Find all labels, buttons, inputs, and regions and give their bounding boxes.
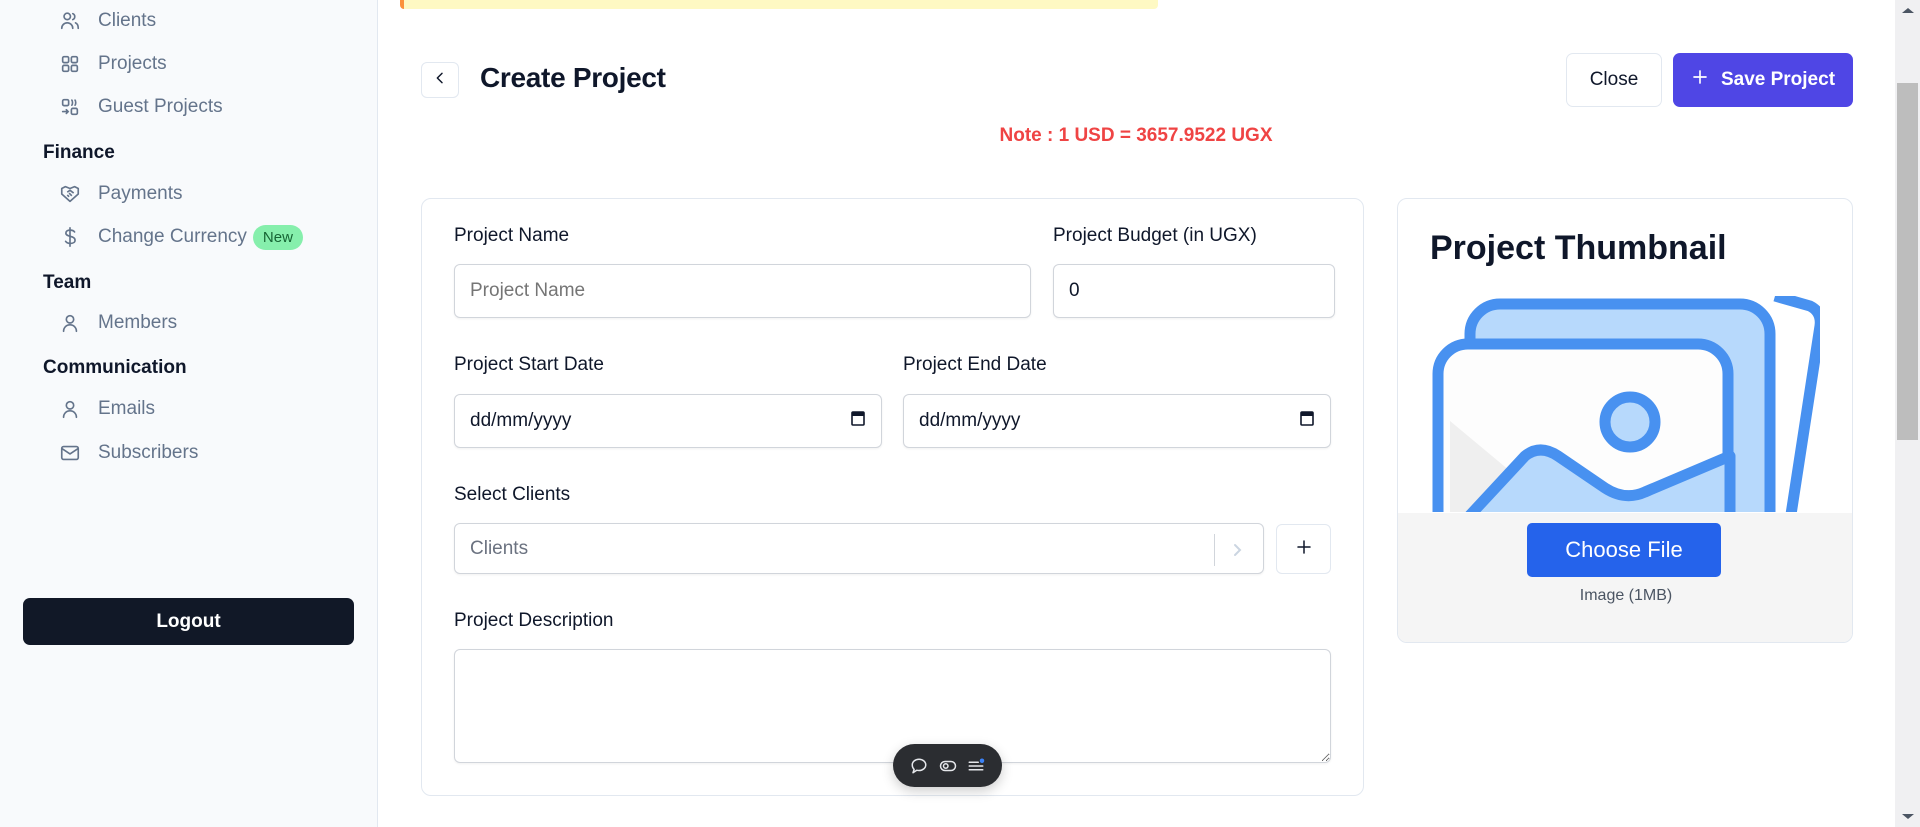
eye-toggle-icon[interactable] (937, 755, 959, 777)
thumbnail-title: Project Thumbnail (1430, 229, 1727, 267)
handshake-icon (58, 182, 82, 206)
comment-icon[interactable] (908, 755, 930, 777)
close-button[interactable]: Close (1566, 53, 1662, 107)
start-date-input[interactable]: dd/mm/yyyy (454, 394, 882, 448)
start-date-label: Project Start Date (454, 354, 604, 375)
sidebar-item-projects[interactable]: Projects (58, 49, 167, 79)
sidebar-item-label: Members (98, 312, 178, 333)
user-icon (58, 397, 82, 421)
start-date-value: dd/mm/yyyy (470, 410, 572, 431)
menu-icon[interactable] (965, 755, 987, 777)
sidebar-item-members[interactable]: Members (58, 308, 177, 338)
scroll-up-arrow-icon[interactable] (1902, 8, 1914, 13)
image-placeholder-icon (1430, 296, 1820, 512)
select-clients-label: Select Clients (454, 484, 571, 505)
section-team: Team (43, 272, 92, 293)
sidebar: Clients Projects Guest Projects Finance … (0, 0, 378, 827)
currency-note: Note : 1 USD = 3657.9522 UGX (999, 125, 1273, 146)
section-communication: Communication (43, 357, 187, 378)
add-client-button[interactable] (1276, 524, 1331, 574)
clients-placeholder: Clients (470, 537, 529, 559)
save-project-label: Save Project (1720, 69, 1836, 90)
sidebar-item-clients[interactable]: Clients (58, 6, 156, 36)
upload-area: Choose File Image (1MB) (1398, 513, 1852, 642)
end-date-input[interactable]: dd/mm/yyyy (903, 394, 1331, 448)
sidebar-item-change-currency[interactable]: Change Currency New (58, 222, 303, 252)
sidebar-item-subscribers[interactable]: Subscribers (58, 438, 198, 468)
clients-select[interactable]: Clients (454, 523, 1264, 574)
project-description-label: Project Description (454, 610, 614, 631)
vertical-scrollbar[interactable] (1895, 0, 1920, 827)
upload-size-hint: Image (1MB) (1579, 587, 1673, 604)
mail-icon (58, 441, 82, 465)
project-budget-label: Project Budget (in UGX) (1053, 225, 1257, 246)
chevron-right-icon[interactable] (1225, 538, 1249, 562)
thumbnail-card: Project Thumbnail Choose File Image (1MB… (1397, 198, 1853, 643)
choose-file-button[interactable]: Choose File (1527, 523, 1721, 577)
project-form-card: Project Name Project Budget (in UGX) Pro… (421, 198, 1364, 796)
guest-projects-icon (58, 95, 82, 119)
floating-toolbar (893, 744, 1002, 787)
project-description-textarea[interactable] (454, 649, 1331, 763)
sidebar-item-label: Clients (98, 10, 157, 31)
logout-button[interactable]: Logout (23, 598, 354, 645)
calendar-icon[interactable] (850, 409, 866, 433)
scroll-down-arrow-icon[interactable] (1902, 814, 1914, 819)
sidebar-item-label: Emails (98, 398, 156, 419)
save-project-button[interactable]: Save Project (1673, 53, 1853, 107)
app-root: Clients Projects Guest Projects Finance … (0, 0, 1920, 827)
sidebar-item-label: Projects (98, 53, 167, 74)
page-title: Create Project (480, 62, 666, 93)
sidebar-item-emails[interactable]: Emails (58, 394, 155, 424)
users-icon (58, 9, 82, 33)
project-name-label: Project Name (454, 225, 570, 246)
back-button[interactable] (421, 62, 459, 98)
dollar-icon (58, 225, 82, 249)
select-divider (1214, 534, 1215, 566)
sidebar-item-payments[interactable]: Payments (58, 179, 182, 209)
grid-icon (58, 52, 82, 76)
plus-icon (1295, 538, 1313, 561)
section-finance: Finance (43, 142, 115, 163)
chevron-left-icon (432, 70, 448, 91)
project-budget-input[interactable] (1053, 264, 1335, 318)
plus-icon (1691, 68, 1709, 92)
sidebar-item-label: Guest Projects (98, 96, 223, 117)
warning-banner (400, 0, 1158, 9)
sidebar-item-guest-projects[interactable]: Guest Projects (58, 92, 223, 122)
calendar-icon[interactable] (1299, 409, 1315, 433)
project-name-input[interactable] (454, 264, 1031, 318)
scrollbar-thumb[interactable] (1897, 83, 1918, 440)
sidebar-item-label: Change Currency (98, 226, 247, 247)
user-icon (58, 311, 82, 335)
end-date-value: dd/mm/yyyy (919, 410, 1021, 431)
new-badge: New (252, 224, 303, 250)
sidebar-item-label: Payments (98, 183, 183, 204)
end-date-label: Project End Date (903, 354, 1047, 375)
sidebar-item-label: Subscribers (98, 442, 199, 463)
